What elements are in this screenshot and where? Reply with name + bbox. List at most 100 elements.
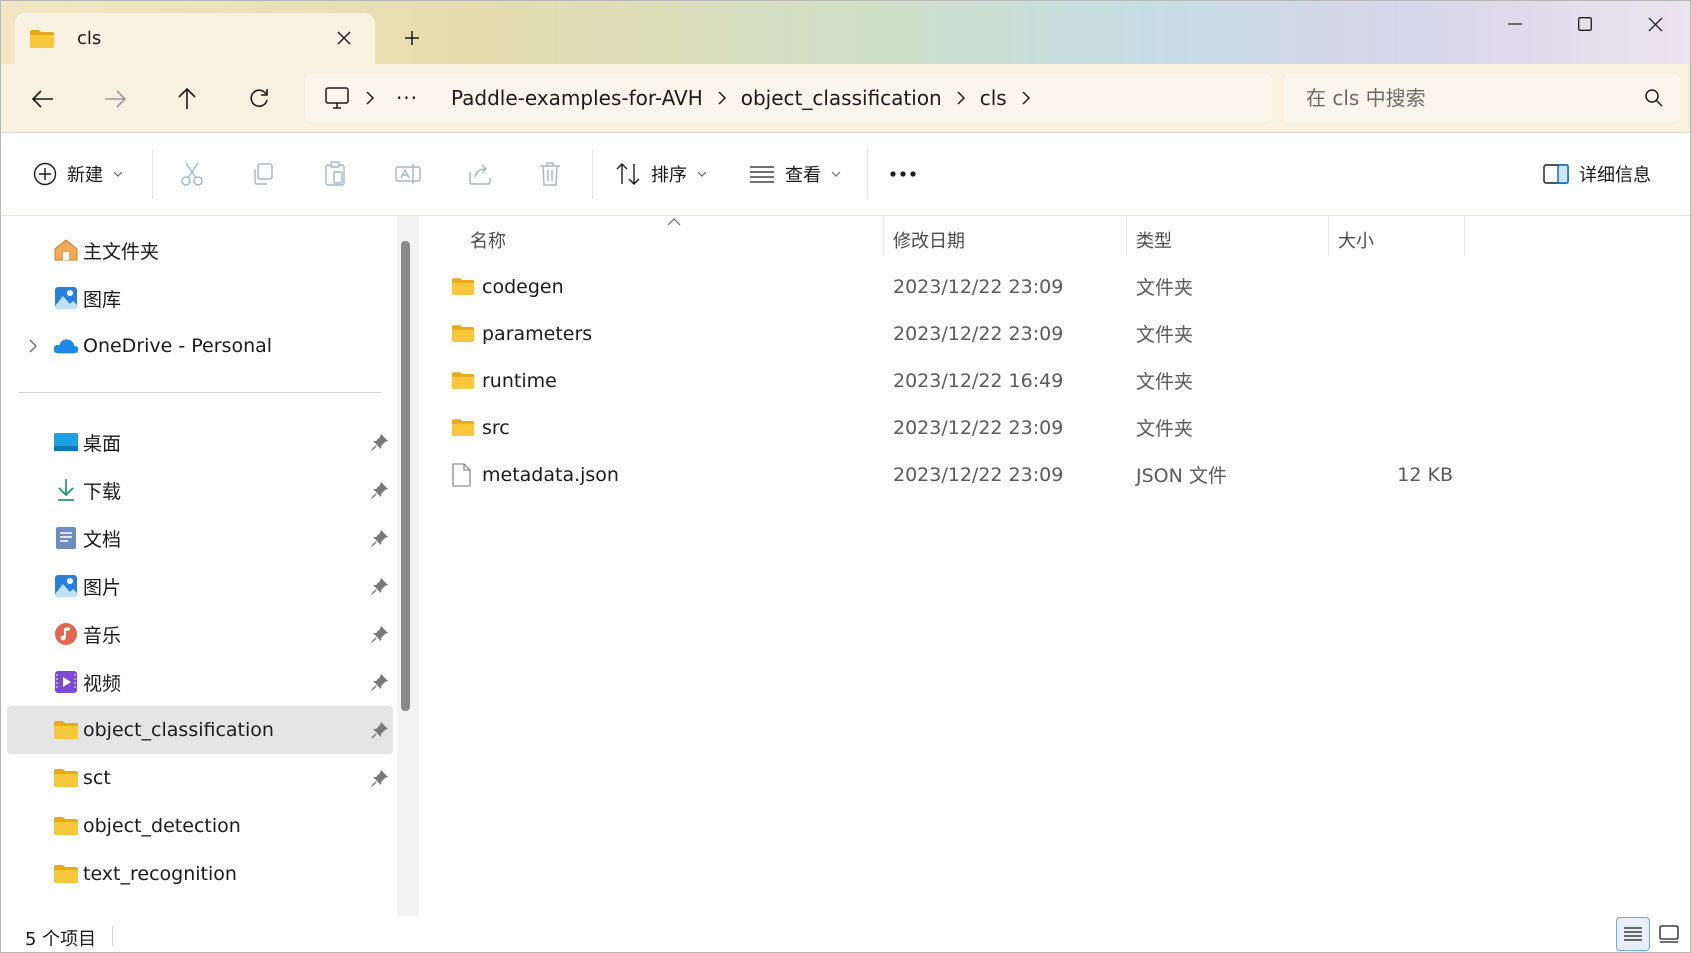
sidebar-item-text-recognition[interactable]: text_recognition: [7, 851, 393, 897]
search-box[interactable]: [1284, 74, 1680, 122]
pin-icon[interactable]: [371, 433, 389, 451]
pin-icon[interactable]: [371, 577, 389, 595]
sidebar-item-label: 图库: [83, 288, 122, 311]
view-button-label: 查看: [785, 165, 821, 186]
file-row-codegen[interactable]: codegen 2023/12/22 23:09 文件夹: [419, 263, 1479, 310]
column-divider[interactable]: [883, 216, 884, 256]
sidebar-item-downloads[interactable]: 下载: [7, 467, 393, 513]
close-icon: [337, 31, 351, 45]
address-bar[interactable]: ··· Paddle-examples-for-AVH object_class…: [305, 74, 1272, 122]
sidebar-item-pictures[interactable]: 图片: [7, 563, 393, 609]
sidebar-item-home[interactable]: 主文件夹: [7, 227, 393, 273]
file-icon: [451, 451, 475, 498]
breadcrumb-item[interactable]: object_classification: [741, 86, 942, 110]
minimize-icon: [1508, 23, 1522, 25]
file-date: 2023/12/22 16:49: [893, 369, 1064, 392]
column-divider[interactable]: [1328, 216, 1329, 256]
file-row-parameters[interactable]: parameters 2023/12/22 23:09 文件夹: [419, 310, 1479, 357]
folder-icon: [451, 263, 475, 310]
download-icon: [53, 477, 79, 503]
this-pc-button[interactable]: [323, 84, 351, 112]
breadcrumb-separator[interactable]: [703, 91, 741, 105]
breadcrumb-separator[interactable]: [351, 91, 389, 105]
sidebar-item-onedrive[interactable]: OneDrive - Personal: [7, 323, 393, 369]
chevron-right-icon: [1022, 91, 1030, 105]
column-header-name[interactable]: 名称: [470, 220, 506, 260]
toolbar-divider: [592, 149, 593, 199]
cut-button[interactable]: [179, 154, 205, 194]
search-icon: [1645, 89, 1663, 107]
rename-button[interactable]: [395, 154, 421, 194]
folder-icon: [30, 29, 54, 48]
file-row-src[interactable]: src 2023/12/22 23:09 文件夹: [419, 404, 1479, 451]
tab-cls[interactable]: cls: [15, 13, 375, 64]
new-tab-button[interactable]: [397, 23, 427, 53]
file-type: 文件夹: [1136, 418, 1194, 440]
refresh-button[interactable]: [241, 81, 277, 117]
breadcrumb-separator[interactable]: [1007, 91, 1045, 105]
close-tab-button[interactable]: [331, 25, 357, 51]
delete-button[interactable]: [539, 154, 561, 194]
minimize-button[interactable]: [1485, 7, 1545, 41]
sidebar-item-gallery[interactable]: 图库: [7, 275, 393, 321]
breadcrumb-separator[interactable]: [942, 91, 980, 105]
sidebar-item-label: text_recognition: [83, 863, 237, 885]
new-button[interactable]: 新建: [33, 154, 123, 194]
status-divider: [112, 926, 113, 946]
sidebar-item-videos[interactable]: 视频: [7, 659, 393, 705]
arrow-left-icon: [32, 90, 53, 108]
column-header-date[interactable]: 修改日期: [893, 220, 965, 260]
sidebar-item-desktop[interactable]: 桌面: [7, 419, 393, 465]
navigation-bar: ··· Paddle-examples-for-AVH object_class…: [1, 64, 1690, 132]
chevron-right-icon[interactable]: [25, 338, 41, 354]
column-header-size[interactable]: 大小: [1338, 220, 1374, 260]
folder-icon: [451, 404, 475, 451]
view-button[interactable]: 查看: [749, 154, 841, 194]
share-button[interactable]: [467, 154, 493, 194]
folder-icon: [451, 310, 475, 357]
column-divider[interactable]: [1126, 216, 1127, 256]
sidebar-item-music[interactable]: 音乐: [7, 611, 393, 657]
details-pane-button[interactable]: 详细信息: [1543, 154, 1651, 194]
breadcrumb-overflow[interactable]: ···: [389, 86, 425, 110]
maximize-button[interactable]: [1555, 7, 1615, 41]
search-input[interactable]: [1306, 86, 1626, 110]
back-button[interactable]: [25, 81, 61, 117]
breadcrumb-item[interactable]: Paddle-examples-for-AVH: [451, 86, 703, 110]
sidebar-item-sct[interactable]: sct: [7, 755, 393, 801]
onedrive-icon: [53, 333, 79, 359]
sidebar-item-documents[interactable]: 文档: [7, 515, 393, 561]
breadcrumb-item[interactable]: cls: [980, 86, 1007, 110]
column-divider[interactable]: [1464, 216, 1465, 256]
command-bar: 新建 排序 查看 详细信息: [1, 132, 1690, 216]
file-row-metadata-json[interactable]: metadata.json 2023/12/22 23:09 JSON 文件 1…: [419, 451, 1479, 498]
large-icons-view-button[interactable]: [1652, 917, 1686, 951]
details-view-button[interactable]: [1616, 917, 1650, 951]
copy-button[interactable]: [251, 154, 275, 194]
sort-button[interactable]: 排序: [615, 154, 707, 194]
refresh-icon: [250, 89, 268, 107]
sidebar-item-object-classification[interactable]: object_classification: [7, 706, 393, 754]
pin-icon[interactable]: [371, 673, 389, 691]
close-window-button[interactable]: [1625, 7, 1685, 41]
pin-icon[interactable]: [371, 481, 389, 499]
pin-icon[interactable]: [371, 769, 389, 787]
sidebar-item-object-detection[interactable]: object_detection: [7, 803, 393, 849]
up-button[interactable]: [169, 81, 205, 117]
file-name: codegen: [482, 275, 564, 298]
arrow-right-icon: [105, 90, 126, 108]
file-date: 2023/12/22 23:09: [893, 275, 1064, 298]
folder-icon: [451, 357, 475, 404]
forward-button[interactable]: [97, 81, 133, 117]
pin-icon[interactable]: [371, 721, 389, 739]
pin-icon[interactable]: [371, 529, 389, 547]
paste-button[interactable]: [323, 154, 347, 194]
desktop-icon: [53, 429, 79, 455]
monitor-icon: [325, 87, 349, 109]
file-row-runtime[interactable]: runtime 2023/12/22 16:49 文件夹: [419, 357, 1479, 404]
sidebar-scrollbar-thumb[interactable]: [401, 241, 410, 711]
pin-icon[interactable]: [371, 625, 389, 643]
more-options-button[interactable]: [889, 154, 917, 194]
plus-icon: [405, 31, 419, 45]
column-header-type[interactable]: 类型: [1136, 220, 1172, 260]
